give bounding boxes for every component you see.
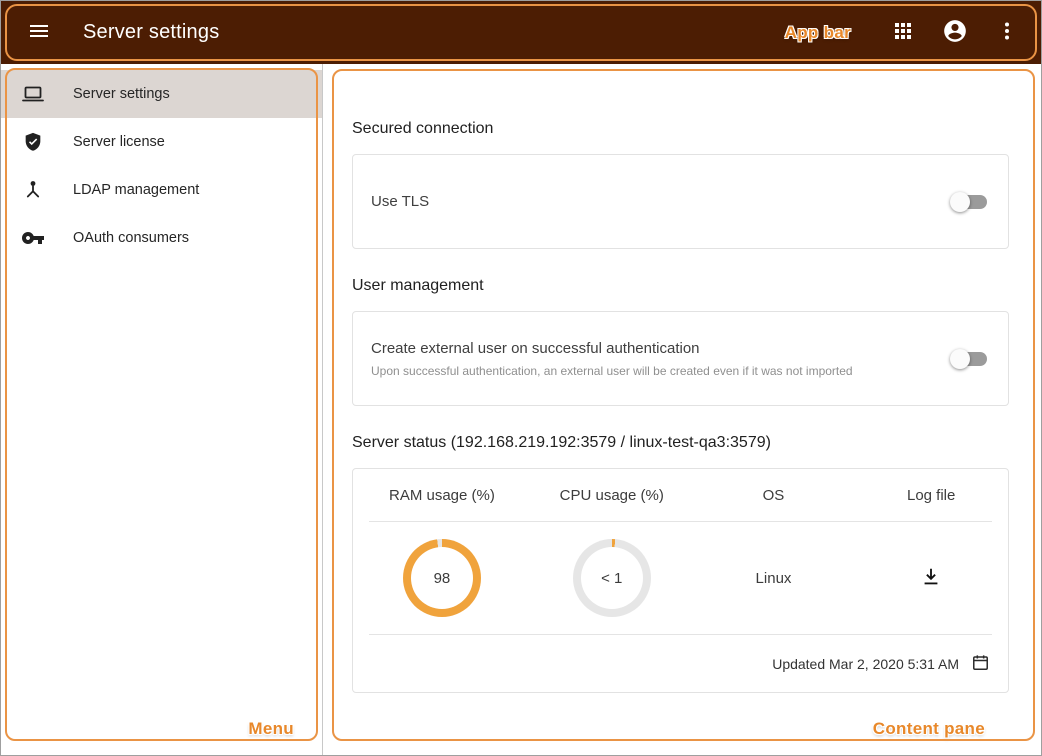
- content-pane-annotation: Content pane: [873, 719, 985, 739]
- page-title: Server settings: [83, 21, 219, 44]
- server-status-card: RAM usage (%) CPU usage (%) OS Log file …: [352, 468, 1009, 693]
- status-table-footer: Updated Mar 2, 2020 5:31 AM: [353, 635, 1008, 692]
- menu-list: Server settings Server license LDAP mana…: [1, 64, 322, 262]
- column-header-cpu: CPU usage (%): [531, 487, 693, 504]
- download-icon: [920, 566, 942, 591]
- sidebar-item-server-license[interactable]: Server license: [1, 118, 322, 166]
- hamburger-menu-button[interactable]: [21, 15, 57, 51]
- key-icon: [21, 226, 45, 250]
- create-external-user-toggle[interactable]: [950, 349, 988, 369]
- cpu-usage-gauge: < 1: [573, 539, 651, 617]
- os-value: Linux: [756, 570, 792, 587]
- app-bar-annotation: App bar: [785, 23, 851, 43]
- kebab-menu-icon: [995, 19, 1019, 46]
- cpu-usage-value: < 1: [601, 570, 622, 587]
- use-tls-toggle[interactable]: [950, 192, 988, 212]
- sidebar-item-oauth-consumers[interactable]: OAuth consumers: [1, 214, 322, 262]
- laptop-icon: [21, 82, 45, 106]
- shield-icon: [21, 130, 45, 154]
- app-window: Server settings App bar: [0, 0, 1042, 756]
- ram-usage-value: 98: [434, 570, 451, 587]
- section-heading-user-management: User management: [352, 277, 1009, 295]
- sidebar-item-label: Server settings: [73, 86, 170, 102]
- ldap-icon: [21, 178, 45, 202]
- sidebar-item-server-settings[interactable]: Server settings: [1, 70, 322, 118]
- create-external-user-card: Create external user on successful authe…: [352, 311, 1009, 406]
- refresh-status-button[interactable]: [971, 653, 990, 675]
- column-header-os: OS: [693, 487, 855, 504]
- calendar-icon: [971, 653, 990, 675]
- app-bar-actions: [885, 15, 1025, 51]
- sidebar-item-ldap-management[interactable]: LDAP management: [1, 166, 322, 214]
- content-pane: Secured connection Use TLS User manageme…: [323, 64, 1041, 755]
- sidebar-item-label: LDAP management: [73, 182, 199, 198]
- app-bar: Server settings App bar: [1, 1, 1041, 64]
- status-table-header: RAM usage (%) CPU usage (%) OS Log file: [353, 469, 1008, 521]
- status-table-body: 98 < 1 Linux: [353, 522, 1008, 634]
- sidebar-item-label: OAuth consumers: [73, 230, 189, 246]
- server-status-section: Server status (192.168.219.192:3579 / li…: [352, 434, 1009, 693]
- use-tls-card: Use TLS: [352, 154, 1009, 249]
- updated-timestamp: Updated Mar 2, 2020 5:31 AM: [772, 656, 959, 672]
- apps-grid-button[interactable]: [885, 15, 921, 51]
- toggle-thumb: [950, 349, 970, 369]
- create-external-user-label: Create external user on successful authe…: [371, 340, 853, 357]
- sidebar-item-label: Server license: [73, 134, 165, 150]
- ram-usage-gauge: 98: [403, 539, 481, 617]
- account-button[interactable]: [937, 15, 973, 51]
- account-icon: [942, 18, 968, 47]
- create-external-user-caption: Upon successful authentication, an exter…: [371, 364, 853, 378]
- menu-annotation: Menu: [248, 719, 294, 739]
- toggle-thumb: [950, 192, 970, 212]
- kebab-menu-button[interactable]: [989, 15, 1025, 51]
- column-header-ram: RAM usage (%): [353, 487, 531, 504]
- use-tls-label: Use TLS: [371, 193, 429, 210]
- apps-grid-icon: [893, 21, 913, 44]
- user-management-section: User management Create external user on …: [352, 277, 1009, 406]
- section-heading-secured-connection: Secured connection: [352, 120, 1009, 138]
- hamburger-menu-icon: [27, 19, 51, 46]
- sidebar-menu: Server settings Server license LDAP mana…: [1, 64, 323, 755]
- secured-connection-section: Secured connection Use TLS: [352, 120, 1009, 249]
- column-header-logfile: Log file: [854, 487, 1008, 504]
- section-heading-server-status: Server status (192.168.219.192:3579 / li…: [352, 434, 1009, 452]
- download-log-button[interactable]: [920, 566, 942, 591]
